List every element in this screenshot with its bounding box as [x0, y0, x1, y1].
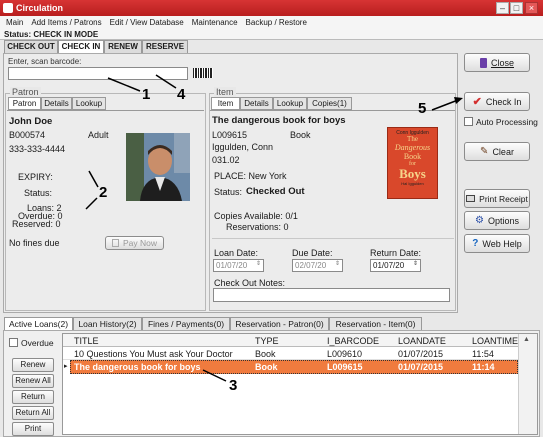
annotation-arrows	[85, 74, 463, 382]
marker-1: 1	[142, 86, 151, 103]
marker-3: 3	[229, 377, 238, 394]
marker-2: 2	[99, 184, 108, 201]
marker-4: 4	[177, 86, 186, 103]
marker-5: 5	[418, 100, 427, 117]
